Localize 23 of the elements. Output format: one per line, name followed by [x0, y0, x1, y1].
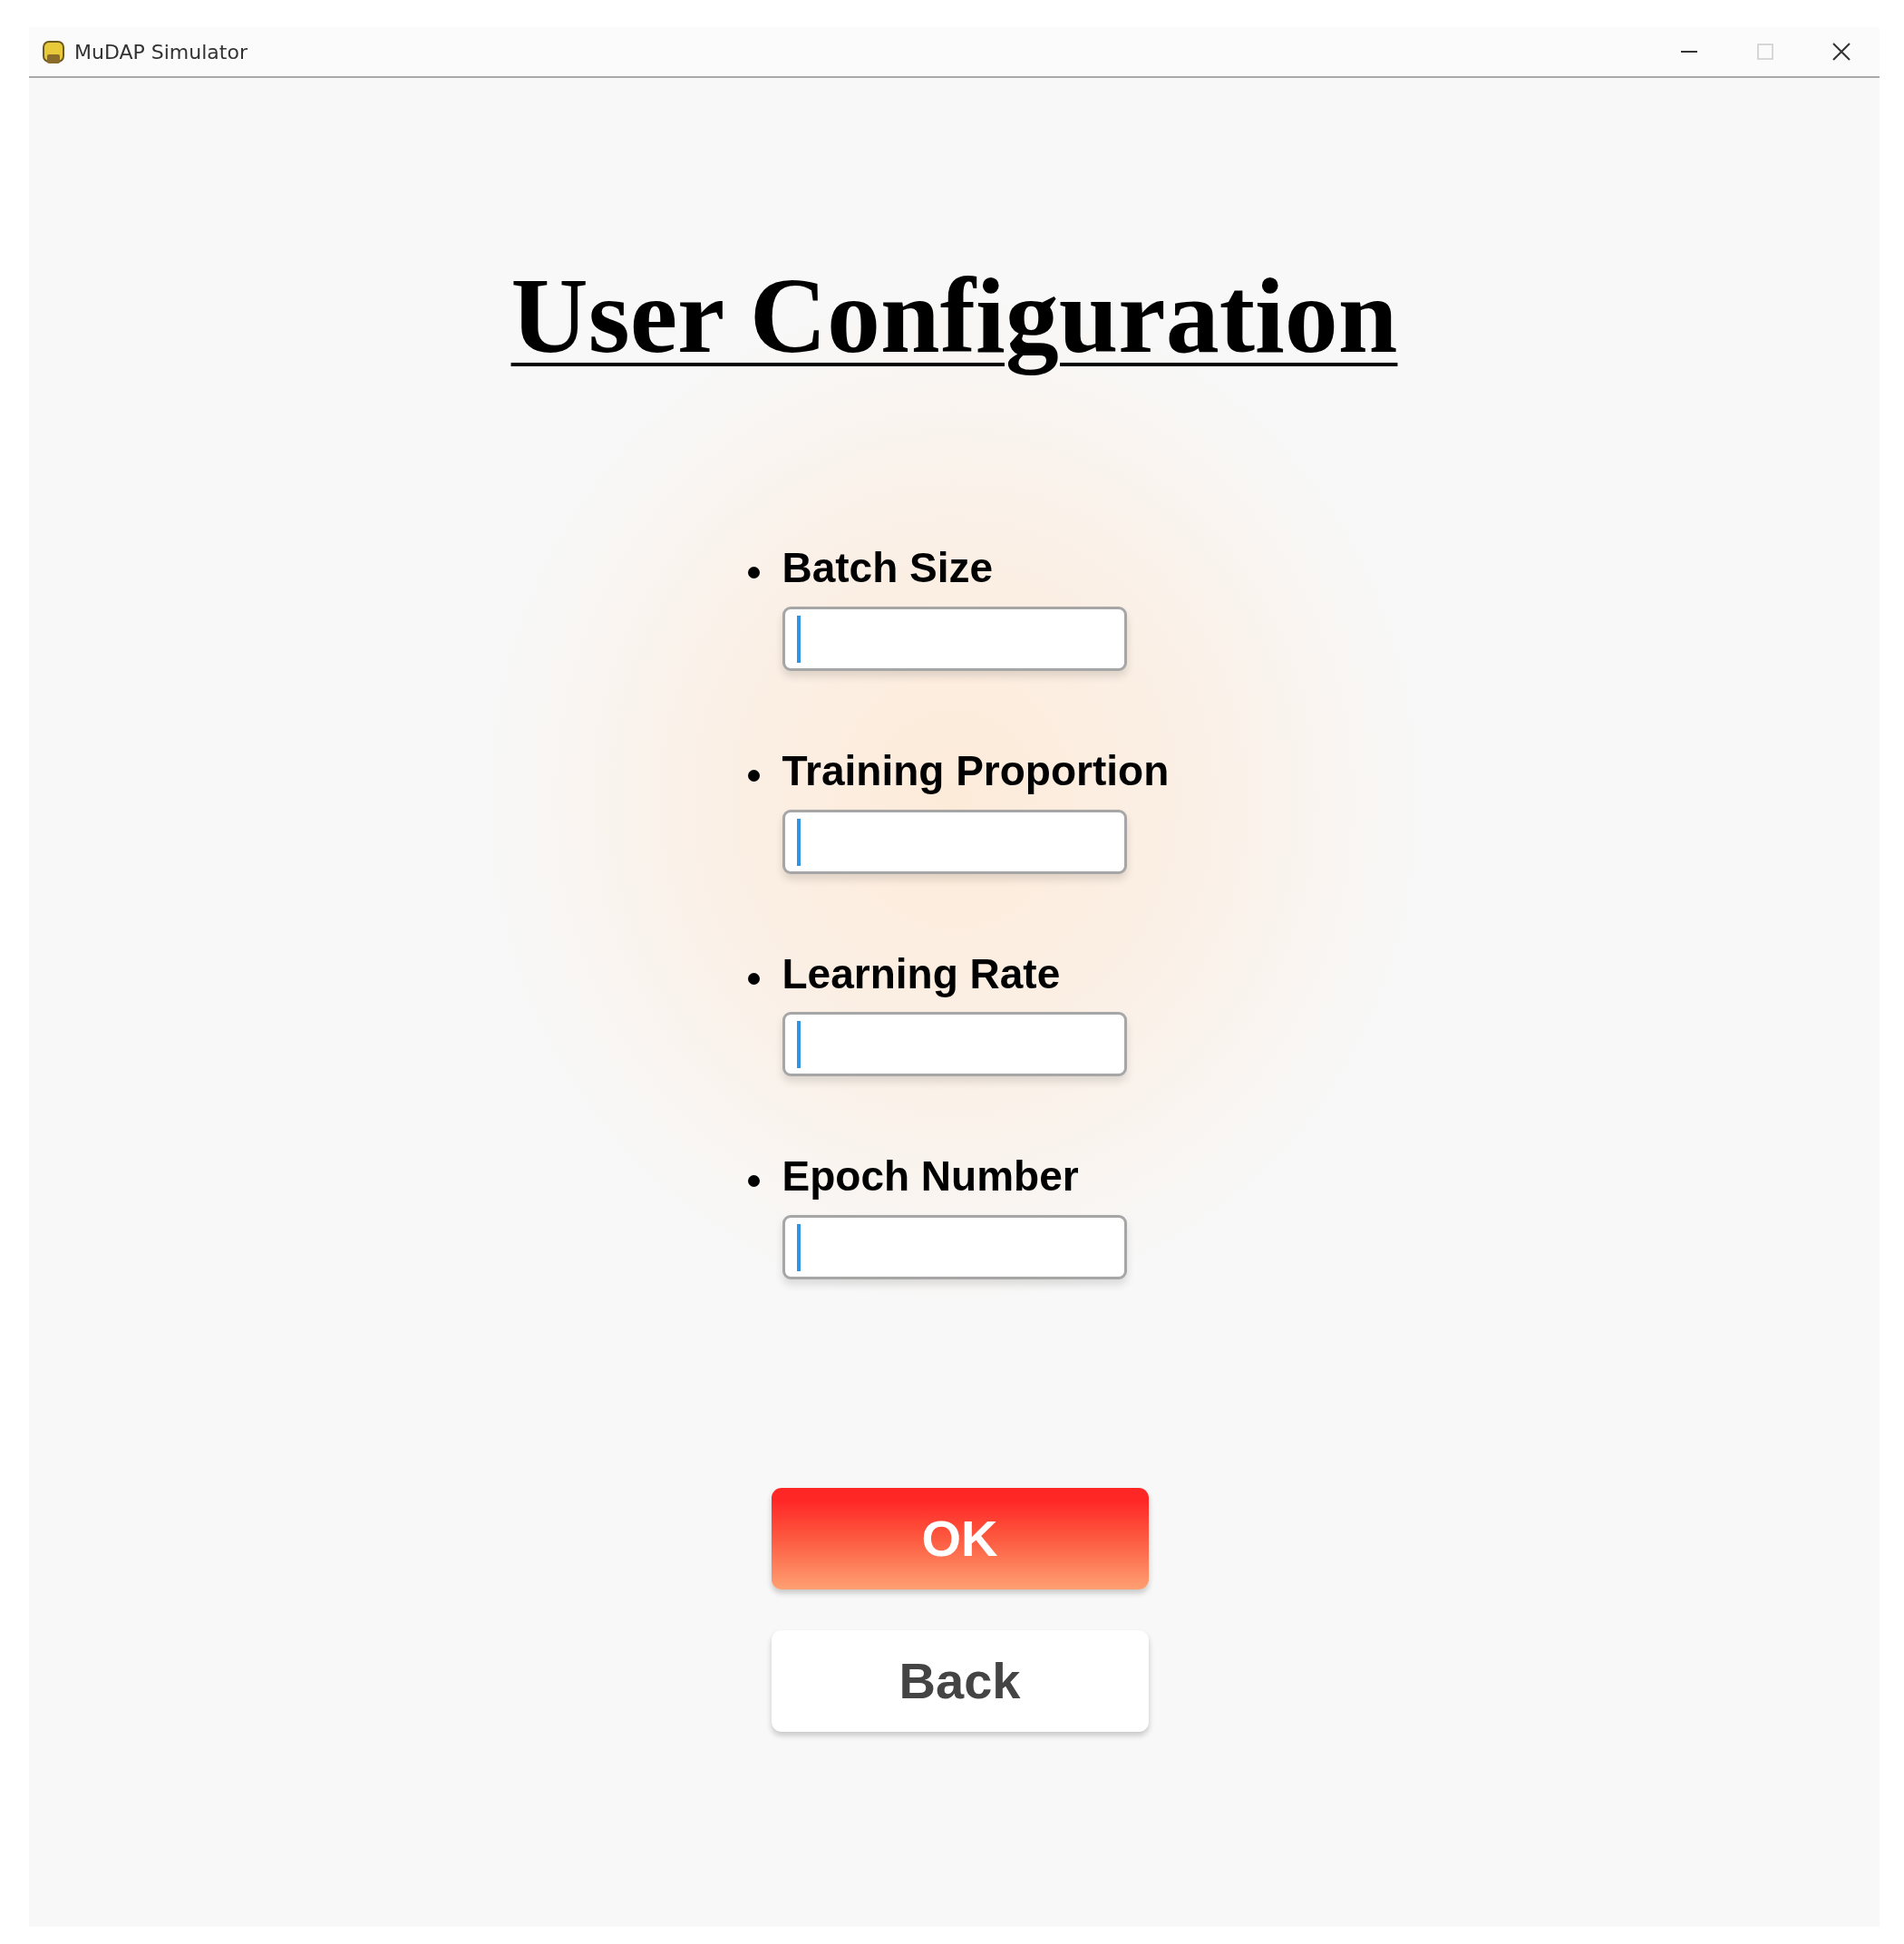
input-field[interactable]: [782, 1215, 1127, 1280]
input-field[interactable]: [782, 1012, 1127, 1077]
text-cursor: [796, 1021, 801, 1069]
field-label: Batch Size: [782, 543, 994, 591]
back-button[interactable]: Back: [771, 1630, 1149, 1733]
page-heading: User Configuration: [510, 258, 1398, 375]
maximize-icon: [1756, 43, 1774, 61]
close-icon: [1831, 42, 1851, 62]
text-cursor: [796, 1224, 801, 1272]
text-cursor: [796, 818, 801, 866]
text-cursor: [796, 615, 801, 663]
bullet-icon: [747, 566, 760, 578]
input-field[interactable]: [782, 809, 1127, 874]
bullet-icon: [747, 972, 760, 985]
bullet-icon: [747, 1175, 760, 1188]
app-icon: [42, 38, 65, 65]
minimize-icon: [1681, 51, 1697, 53]
field-label: Epoch Number: [782, 1152, 1079, 1200]
field-label: Learning Rate: [782, 949, 1061, 997]
input-field[interactable]: [782, 606, 1127, 671]
field-label: Training Proportion: [782, 746, 1170, 794]
window-title: MuDAP Simulator: [74, 39, 248, 65]
bullet-icon: [747, 769, 760, 782]
